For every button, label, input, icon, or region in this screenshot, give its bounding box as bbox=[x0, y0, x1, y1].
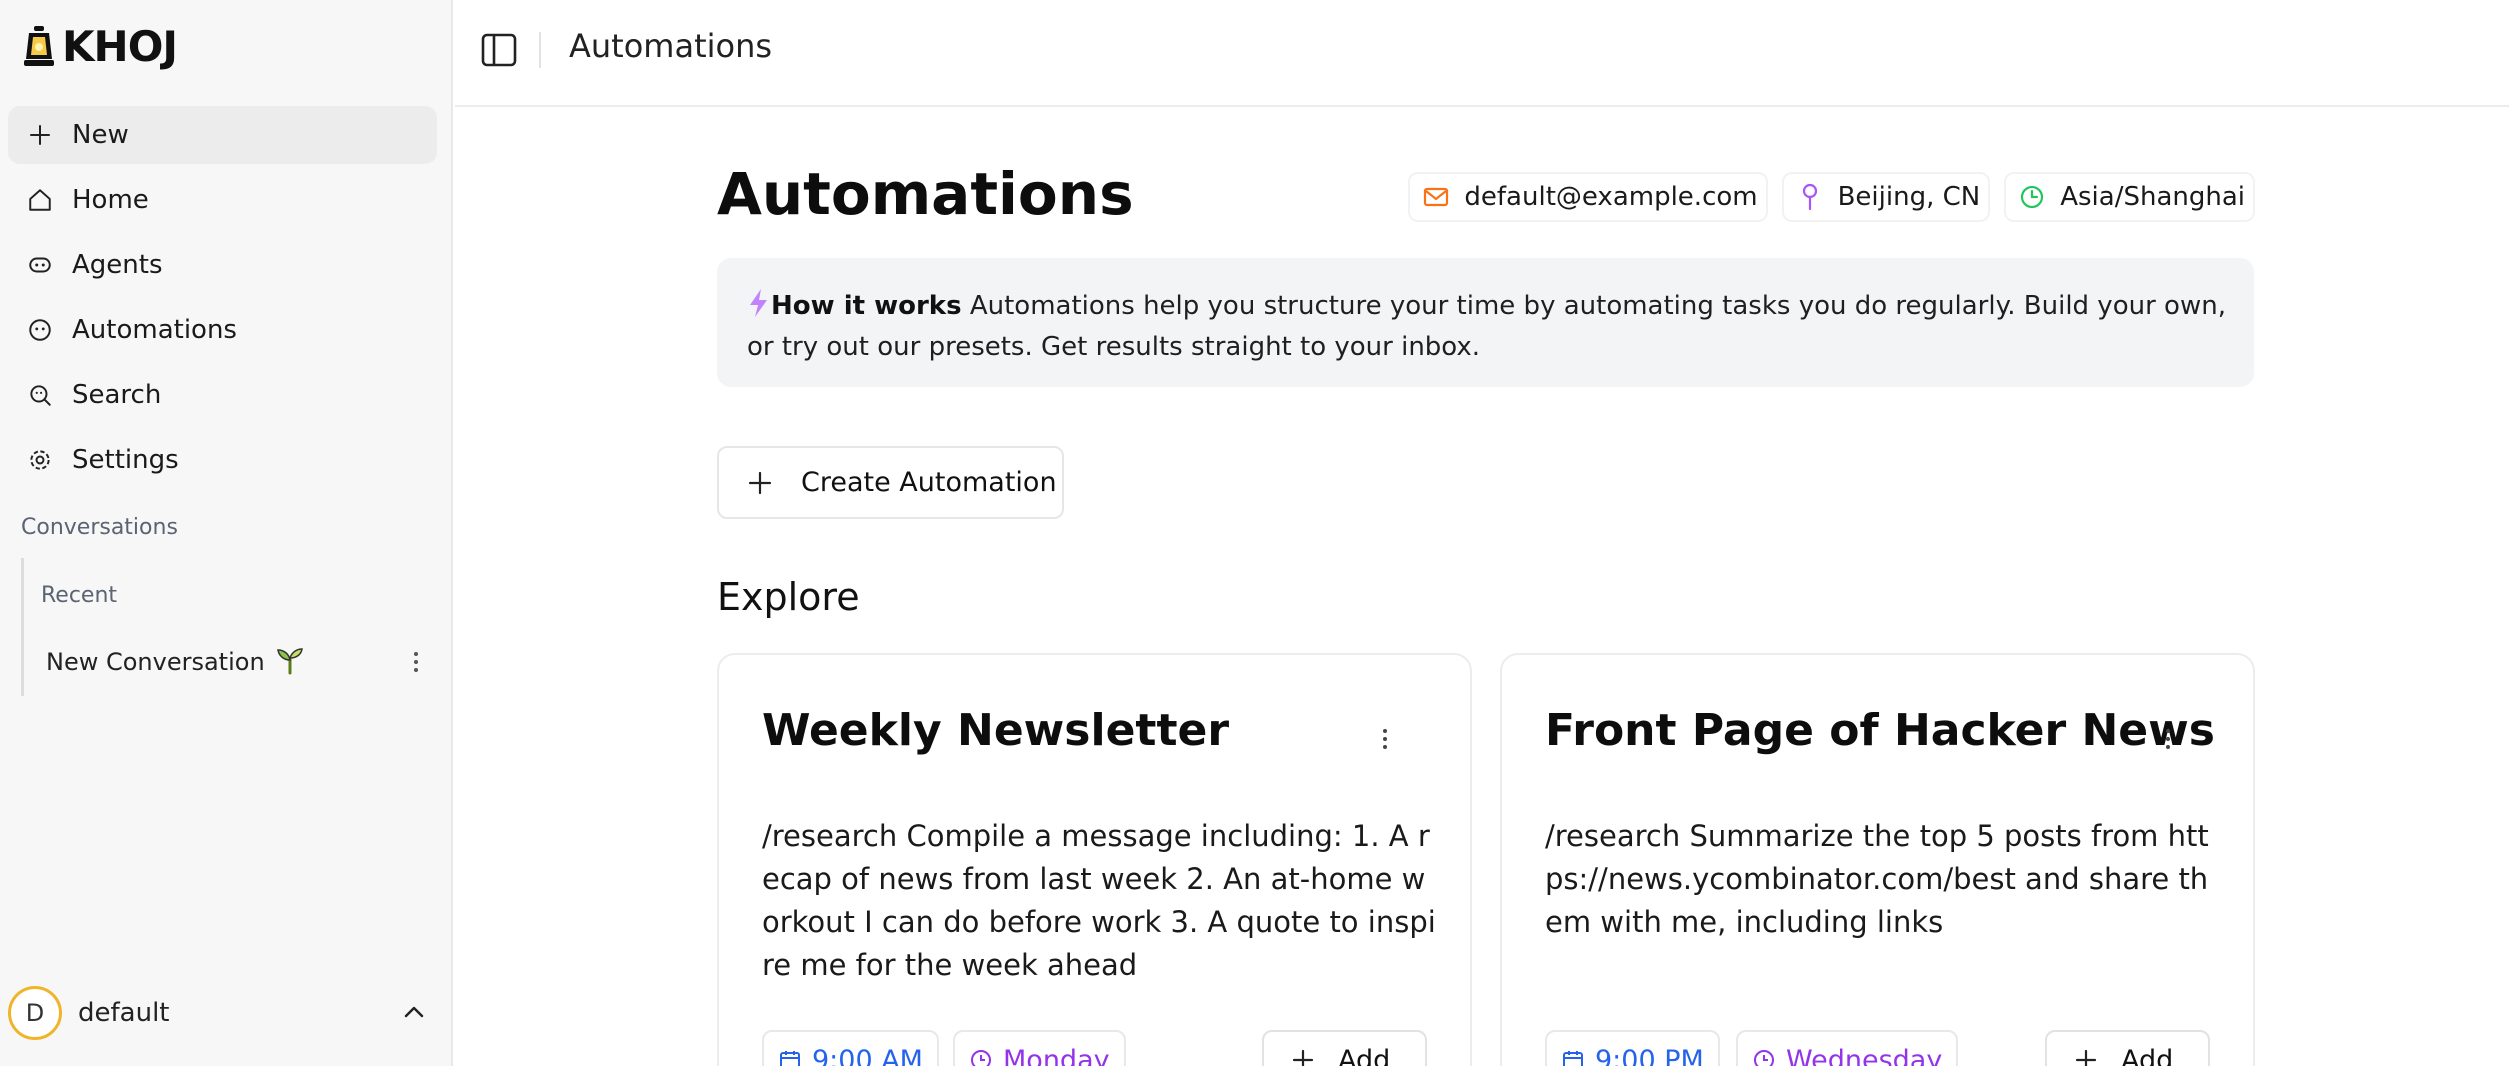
time-badge: 9:00 PM bbox=[1545, 1030, 1720, 1066]
topbar-divider bbox=[539, 32, 541, 68]
add-automation-button[interactable]: Add bbox=[2045, 1030, 2210, 1066]
location-text: Beijing, CN bbox=[1837, 182, 1981, 212]
automation-icon bbox=[22, 312, 58, 348]
automation-card-hacker-news[interactable]: Front Page of Hacker News /research Summ… bbox=[1500, 653, 2255, 1066]
card-more-icon[interactable] bbox=[1370, 721, 1400, 757]
conversation-title: New Conversation bbox=[46, 648, 265, 676]
sprout-icon bbox=[275, 645, 305, 679]
gear-icon bbox=[22, 442, 58, 478]
plus-icon bbox=[1292, 1049, 1314, 1066]
page-title: Automations bbox=[717, 160, 1134, 228]
add-label: Add bbox=[2121, 1044, 2174, 1066]
card-title: Front Page of Hacker News bbox=[1545, 705, 2215, 756]
automation-card-weekly-newsletter[interactable]: Weekly Newsletter /research Compile a me… bbox=[717, 653, 1472, 1066]
clock-icon bbox=[2016, 181, 2048, 213]
logo-text: KHOJ bbox=[62, 22, 178, 71]
time-text: 9:00 AM bbox=[812, 1044, 923, 1066]
calendar-icon bbox=[780, 1051, 800, 1066]
card-more-icon[interactable] bbox=[2153, 721, 2183, 757]
sidebar-item-label: Settings bbox=[72, 445, 179, 475]
sidebar-item-automations[interactable]: Automations bbox=[8, 301, 437, 359]
search-icon bbox=[22, 377, 58, 413]
day-text: Monday bbox=[1003, 1044, 1110, 1066]
timezone-chip: Asia/Shanghai bbox=[2004, 172, 2255, 222]
day-text: Wednesday bbox=[1786, 1044, 1943, 1066]
sidebar: KHOJ New Home Agents Automations Search … bbox=[0, 0, 453, 1066]
sidebar-item-label: Automations bbox=[72, 315, 237, 345]
sidebar-toggle-icon[interactable] bbox=[479, 30, 519, 70]
topbar-title: Automations bbox=[569, 27, 773, 65]
time-badge: 9:00 AM bbox=[762, 1030, 939, 1066]
conversations-heading: Conversations bbox=[21, 515, 178, 540]
user-info-chips: default@example.com Beijing, CN Asia/Sha… bbox=[1408, 172, 2255, 222]
card-description: /research Summarize the top 5 posts from… bbox=[1545, 819, 2209, 939]
avatar: D bbox=[8, 986, 62, 1040]
plus-icon bbox=[745, 468, 775, 498]
clock-icon bbox=[1754, 1050, 1774, 1066]
recent-heading: Recent bbox=[41, 583, 118, 608]
clock-icon bbox=[971, 1050, 991, 1066]
how-it-works-text: Automations help you structure your time… bbox=[747, 291, 2226, 362]
lantern-icon bbox=[24, 25, 54, 66]
home-icon bbox=[22, 182, 58, 218]
day-badge: Monday bbox=[953, 1030, 1126, 1066]
create-automation-button[interactable]: Create Automation bbox=[717, 446, 1064, 519]
day-badge: Wednesday bbox=[1736, 1030, 1959, 1066]
robot-icon bbox=[22, 247, 58, 283]
user-menu[interactable]: D default bbox=[8, 985, 445, 1041]
how-it-works-label: How it works bbox=[771, 291, 962, 321]
location-chip: Beijing, CN bbox=[1781, 172, 1991, 222]
sidebar-item-new[interactable]: New bbox=[8, 106, 437, 164]
user-name: default bbox=[78, 998, 170, 1028]
time-text: 9:00 PM bbox=[1595, 1044, 1704, 1066]
top-bar: Automations bbox=[455, 0, 2509, 107]
email-text: default@example.com bbox=[1464, 182, 1758, 212]
sidebar-item-label: Home bbox=[72, 185, 149, 215]
recent-conversations: Recent New Conversation bbox=[21, 558, 433, 696]
plus-icon bbox=[2075, 1049, 2097, 1066]
email-chip: default@example.com bbox=[1408, 172, 1768, 222]
timezone-text: Asia/Shanghai bbox=[2060, 182, 2245, 212]
calendar-icon bbox=[1563, 1051, 1583, 1066]
sidebar-item-search[interactable]: Search bbox=[8, 366, 437, 424]
sidebar-item-home[interactable]: Home bbox=[8, 171, 437, 229]
chevron-up-icon[interactable] bbox=[399, 997, 429, 1027]
create-automation-label: Create Automation bbox=[801, 467, 1057, 498]
map-pin-icon bbox=[1794, 181, 1826, 213]
sidebar-item-label: New bbox=[72, 120, 129, 150]
conversation-item[interactable]: New Conversation bbox=[46, 642, 436, 682]
sidebar-item-settings[interactable]: Settings bbox=[8, 431, 437, 489]
add-label: Add bbox=[1338, 1044, 1391, 1066]
explore-heading: Explore bbox=[717, 575, 860, 619]
sidebar-item-agents[interactable]: Agents bbox=[8, 236, 437, 294]
conversation-more-icon[interactable] bbox=[400, 644, 432, 680]
how-it-works-box: How it works Automations help you struct… bbox=[717, 258, 2254, 387]
sidebar-item-label: Agents bbox=[72, 250, 163, 280]
khoj-logo[interactable]: KHOJ bbox=[22, 22, 178, 71]
add-automation-button[interactable]: Add bbox=[1262, 1030, 1427, 1066]
sidebar-nav: New Home Agents Automations Search Setti… bbox=[8, 106, 437, 496]
mail-icon bbox=[1420, 181, 1452, 213]
card-title: Weekly Newsletter bbox=[762, 705, 1230, 756]
lightning-icon bbox=[747, 288, 769, 329]
sidebar-item-label: Search bbox=[72, 380, 162, 410]
plus-icon bbox=[22, 117, 58, 153]
card-description: /research Compile a message including: 1… bbox=[762, 819, 1436, 982]
